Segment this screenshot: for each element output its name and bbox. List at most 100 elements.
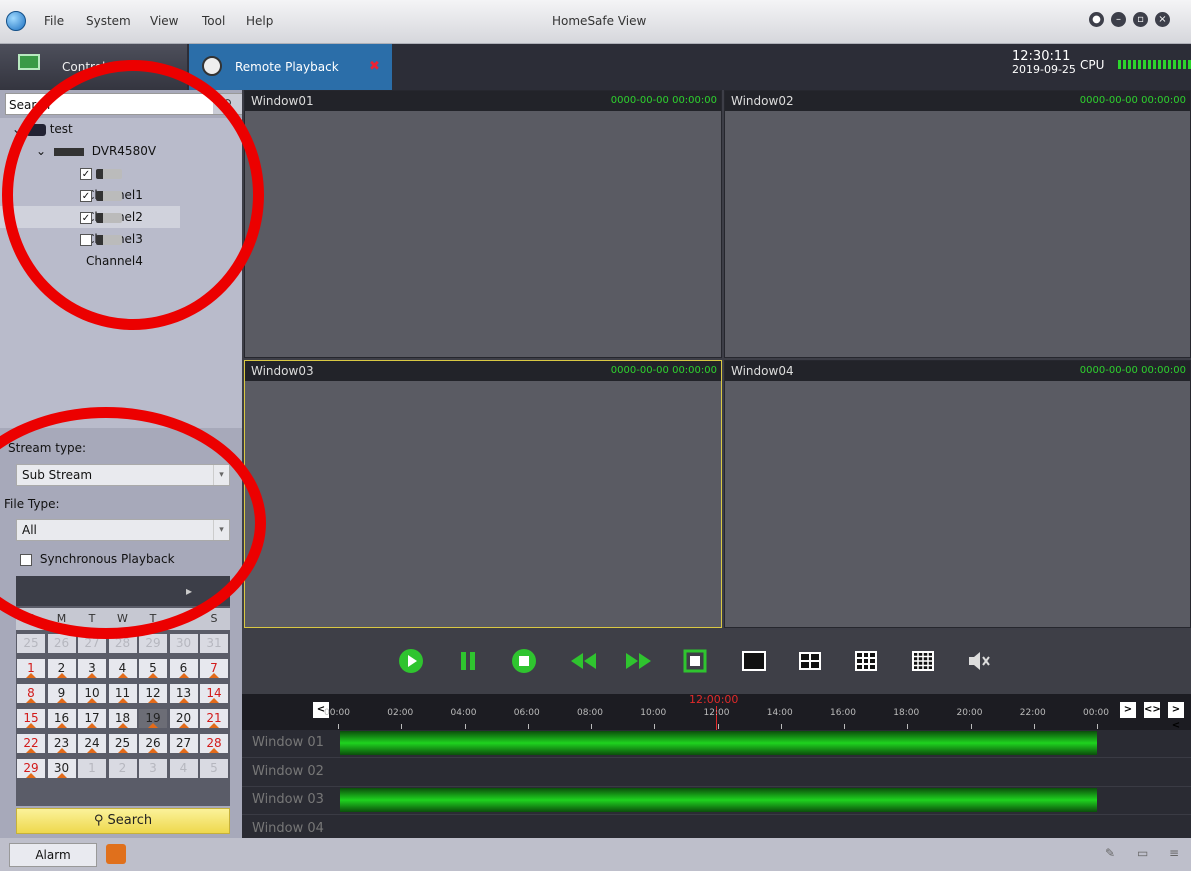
calendar-day[interactable]: 30: [169, 634, 198, 653]
timeline-tick: [654, 724, 656, 729]
video-window-4[interactable]: Window04 0000-00-00 00:00:00: [724, 360, 1191, 628]
calendar-day[interactable]: 19: [139, 709, 167, 728]
playback-icon: [202, 56, 222, 76]
close-icon[interactable]: ×: [1155, 12, 1170, 27]
layout-9-icon[interactable]: [853, 648, 879, 674]
calendar-day[interactable]: 16: [47, 709, 76, 728]
calendar-day[interactable]: 2: [47, 659, 76, 678]
calendar-day[interactable]: 29: [17, 759, 45, 778]
annotation-circle: [2, 60, 264, 330]
calendar-day[interactable]: 25: [108, 734, 137, 753]
calendar-day[interactable]: 13: [169, 684, 198, 703]
restore-icon[interactable]: ▫: [1133, 12, 1148, 27]
calendar-day[interactable]: 12: [139, 684, 167, 703]
timeline-tick: [907, 724, 909, 729]
play-icon[interactable]: [398, 648, 424, 674]
calendar-day[interactable]: 22: [17, 734, 45, 753]
lock-icon[interactable]: ●: [1089, 12, 1104, 27]
calendar-day[interactable]: 7: [200, 659, 228, 678]
calendar-day[interactable]: 3: [78, 659, 106, 678]
calendar-day[interactable]: 9: [47, 684, 76, 703]
tab-close-icon[interactable]: ✖: [369, 59, 380, 74]
menu-view[interactable]: View: [150, 14, 178, 28]
app-window: { "menu": {"items": ["File","System","Vi…: [0, 0, 1191, 871]
menu-file[interactable]: File: [44, 14, 64, 28]
calendar-day[interactable]: 25: [17, 634, 45, 653]
calendar-day[interactable]: 29: [139, 634, 167, 653]
pin-icon[interactable]: ✎: [1105, 846, 1115, 860]
recording-bar[interactable]: [340, 788, 1097, 812]
calendar-day[interactable]: 27: [169, 734, 198, 753]
calendar-day[interactable]: 30: [47, 759, 76, 778]
zoom-in-icon[interactable]: <>: [1144, 702, 1161, 718]
calendar-day[interactable]: 10: [78, 684, 106, 703]
video-grid: Window01 0000-00-00 00:00:00 Window02 0000…: [242, 90, 1191, 630]
zoom-out-icon[interactable]: ><: [1168, 702, 1184, 731]
calendar-day[interactable]: 5: [139, 659, 167, 678]
timeline-tick: [591, 724, 592, 729]
alarm-button[interactable]: Alarm: [9, 843, 97, 867]
tab-remote-playback[interactable]: Remote Playback ✖: [189, 44, 392, 90]
timeline-tick-label: 16:00: [830, 708, 856, 718]
calendar-day[interactable]: 1: [17, 659, 45, 678]
calendar-day[interactable]: 24: [78, 734, 106, 753]
timeline-tick: [844, 724, 845, 729]
menu-icon[interactable]: ≡: [1169, 846, 1179, 860]
mute-icon[interactable]: [966, 648, 992, 674]
calendar-day[interactable]: 17: [78, 709, 106, 728]
minimize-icon[interactable]: –: [1111, 12, 1126, 27]
search-button[interactable]: ⚲ Search: [16, 808, 230, 834]
calendar-day[interactable]: 26: [139, 734, 167, 753]
calendar-day[interactable]: 21: [200, 709, 228, 728]
calendar-day[interactable]: 28: [200, 734, 228, 753]
calendar-day[interactable]: 1: [78, 759, 106, 778]
calendar-day[interactable]: 5: [200, 759, 228, 778]
window-icon[interactable]: ▭: [1137, 846, 1148, 860]
menu-system[interactable]: System: [86, 14, 131, 28]
calendar-day[interactable]: 18: [108, 709, 137, 728]
menu-tool[interactable]: Tool: [202, 14, 225, 28]
timeline-tick-label: 00:00: [1083, 708, 1109, 718]
window-title: Window01: [251, 94, 314, 108]
app-title: HomeSafe View: [552, 14, 647, 28]
calendar-day[interactable]: 8: [17, 684, 45, 703]
menu-help[interactable]: Help: [246, 14, 273, 28]
rewind-icon[interactable]: [568, 648, 598, 674]
timeline-next-icon[interactable]: >: [1120, 702, 1136, 718]
window-title: Window02: [731, 94, 794, 108]
calendar-day[interactable]: 6: [169, 659, 198, 678]
status-bar: [0, 838, 1191, 871]
calendar-day[interactable]: 31: [200, 634, 228, 653]
timeline-tick-label: 02:00: [387, 708, 414, 718]
calendar-day[interactable]: 11: [108, 684, 137, 703]
video-window-1[interactable]: Window01 0000-00-00 00:00:00: [244, 90, 722, 358]
calendar-day[interactable]: 4: [169, 759, 198, 778]
calendar-day[interactable]: 3: [139, 759, 167, 778]
timeline-tick: [780, 724, 782, 729]
calendar-day[interactable]: 15: [17, 709, 45, 728]
layout-1-icon[interactable]: [741, 648, 767, 674]
timeline-row-divider: [242, 785, 1191, 787]
layout-4-icon[interactable]: [797, 648, 823, 674]
video-window-2[interactable]: Window02 0000-00-00 00:00:00: [724, 90, 1191, 358]
calendar-day[interactable]: 23: [47, 734, 76, 753]
alarm-icon[interactable]: [106, 844, 126, 864]
stop-icon[interactable]: [511, 648, 537, 674]
calendar-day[interactable]: 26: [47, 634, 76, 653]
search-button-label: Search: [107, 813, 153, 828]
calendar-day[interactable]: 2: [108, 759, 137, 778]
timeline-tick: [970, 724, 972, 729]
window-timestamp: 0000-00-00 00:00:00: [1079, 365, 1186, 376]
timeline-tick: [1097, 724, 1098, 729]
timeline-tick-label: 18:00: [893, 708, 920, 718]
fullscreen-icon[interactable]: [682, 648, 708, 674]
layout-16-icon[interactable]: [910, 648, 936, 674]
calendar-day[interactable]: 14: [200, 684, 228, 703]
calendar-day[interactable]: 20: [169, 709, 198, 728]
calendar-day[interactable]: 4: [108, 659, 137, 678]
recording-bar[interactable]: [340, 731, 1097, 755]
control-panel-icon: [18, 54, 40, 70]
video-window-3[interactable]: Window03 0000-00-00 00:00:00: [244, 360, 722, 628]
fast-forward-icon[interactable]: [624, 648, 654, 674]
pause-icon[interactable]: [455, 648, 481, 674]
